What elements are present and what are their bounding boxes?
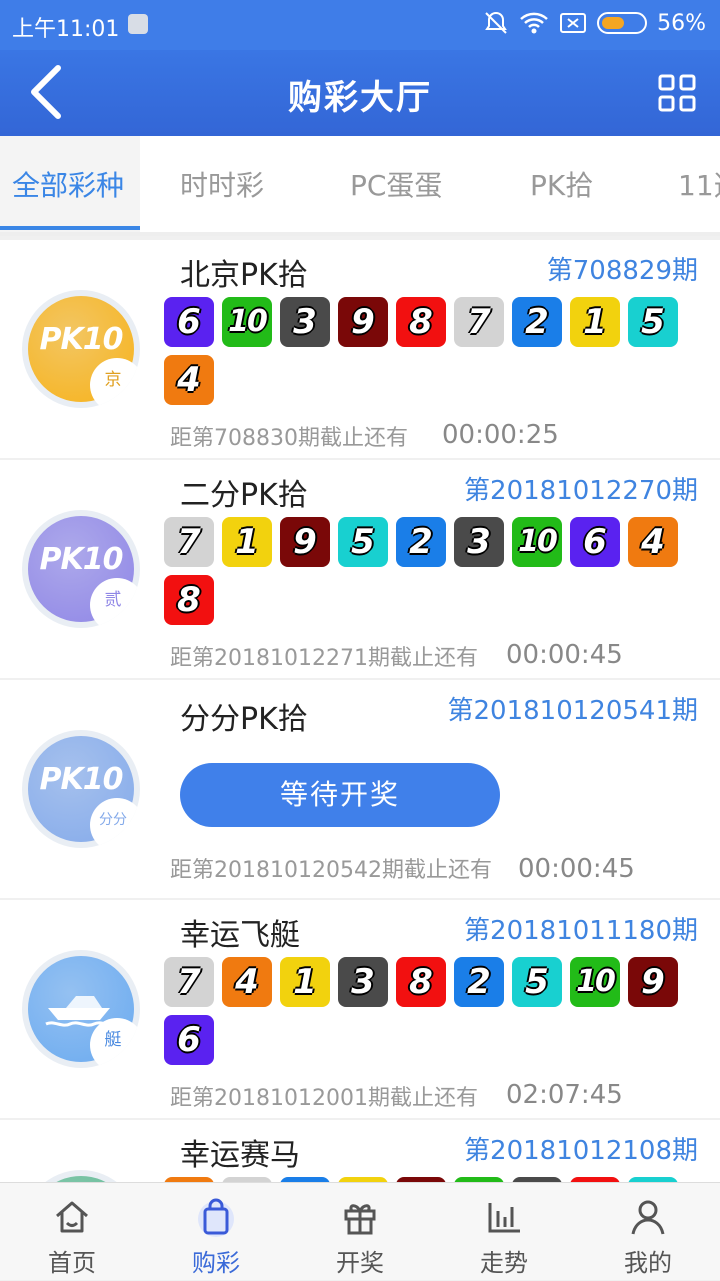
mute-icon bbox=[485, 11, 507, 34]
number-ball: 2 bbox=[512, 297, 562, 347]
horse-logo-icon bbox=[22, 1170, 140, 1182]
lottery-name: 分分PK拾 bbox=[180, 702, 308, 737]
number-ball: 2 bbox=[396, 517, 446, 567]
nav-label: 开奖 bbox=[336, 1249, 384, 1277]
pk10-logo-icon: PK10 分分 bbox=[22, 730, 140, 848]
category-tabs: 全部彩种 时时彩 PC蛋蛋 PK拾 11选 bbox=[0, 136, 720, 236]
number-ball: 4 bbox=[164, 355, 214, 405]
pk10-logo-icon: PK10 京 bbox=[22, 290, 140, 408]
countdown-label: 距第201810120542期截止还有 bbox=[170, 858, 492, 883]
tab-all[interactable]: 全部彩种 bbox=[0, 136, 140, 232]
countdown-label: 距第708830期截止还有 bbox=[170, 426, 408, 451]
lottery-item-lucky-boat[interactable]: 艇 幸运飞艇 第20181011180期 7 4 1 3 8 2 5 10 9 6 距第20181… bbox=[0, 900, 720, 1120]
number-ball: 9 bbox=[280, 517, 330, 567]
number-ball: 6 bbox=[570, 517, 620, 567]
number-ball: 9 bbox=[628, 957, 678, 1007]
draw-result: 7 4 1 3 8 2 5 10 9 6 bbox=[164, 957, 704, 1073]
battery-percent: 56% bbox=[657, 10, 706, 36]
waiting-draw-button[interactable]: 等待开奖 bbox=[180, 763, 500, 827]
number-ball: 10 bbox=[570, 957, 620, 1007]
countdown-time: 00:00:25 bbox=[442, 420, 559, 450]
number-ball: 6 bbox=[164, 1015, 214, 1065]
bottom-nav: 首页 购彩 开奖 走势 我的 bbox=[0, 1182, 720, 1280]
boat-logo-icon: 艇 bbox=[22, 950, 140, 1068]
number-ball: 1 bbox=[280, 957, 330, 1007]
pk10-logo-icon: PK10 贰 bbox=[22, 510, 140, 628]
lottery-period: 第708829期 bbox=[546, 256, 698, 286]
status-bar: 上午11:01 56% bbox=[0, 0, 720, 50]
lottery-item-2min-pk10[interactable]: PK10 贰 二分PK拾 第20181012270期 7 1 9 5 2 3 10 6 4 8 距第… bbox=[0, 460, 720, 680]
number-ball: 3 bbox=[454, 517, 504, 567]
countdown-label: 距第20181012001期截止还有 bbox=[170, 1086, 478, 1111]
number-ball: 5 bbox=[338, 517, 388, 567]
notification-icon bbox=[128, 14, 148, 34]
gift-icon bbox=[344, 1204, 376, 1235]
nav-draw[interactable]: 开奖 bbox=[288, 1183, 432, 1281]
tab-ssc[interactable]: 时时彩 bbox=[180, 136, 264, 232]
number-ball: 2 bbox=[454, 957, 504, 1007]
number-ball: 4 bbox=[628, 517, 678, 567]
lottery-period: 第201810120541期 bbox=[447, 696, 698, 726]
number-ball: 8 bbox=[396, 297, 446, 347]
lottery-name: 幸运赛马 bbox=[180, 1138, 300, 1173]
nav-label: 走势 bbox=[480, 1249, 528, 1277]
user-icon bbox=[631, 1200, 665, 1235]
lottery-item-lucky-horse[interactable]: 幸运赛马 第20181012108期 47219103856 bbox=[0, 1120, 720, 1182]
tab-11x5[interactable]: 11选 bbox=[678, 136, 720, 232]
lottery-item-bjpk10[interactable]: PK10 京 北京PK拾 第708829期 6 10 3 9 8 7 2 1 5 4 距第70883… bbox=[0, 240, 720, 460]
grid-menu-icon[interactable] bbox=[658, 74, 696, 112]
battery-icon bbox=[597, 12, 648, 34]
number-ball: 3 bbox=[280, 297, 330, 347]
number-ball: 5 bbox=[628, 297, 678, 347]
draw-result: 7 1 9 5 2 3 10 6 4 8 bbox=[164, 517, 704, 633]
app-header: 购彩大厅 bbox=[0, 50, 720, 136]
number-ball: 8 bbox=[164, 575, 214, 625]
nav-label: 我的 bbox=[624, 1249, 672, 1277]
number-ball: 9 bbox=[338, 297, 388, 347]
number-ball: 5 bbox=[512, 957, 562, 1007]
chart-icon bbox=[488, 1203, 520, 1233]
lottery-name: 幸运飞艇 bbox=[180, 918, 300, 953]
number-ball: 1 bbox=[570, 297, 620, 347]
nav-label: 首页 bbox=[48, 1249, 96, 1277]
lottery-list: PK10 京 北京PK拾 第708829期 6 10 3 9 8 7 2 1 5 4 距第70883… bbox=[0, 240, 720, 1182]
countdown-time: 00:00:45 bbox=[518, 854, 635, 884]
sim-icon bbox=[560, 13, 587, 33]
nav-buy[interactable]: 购彩 bbox=[144, 1183, 288, 1281]
number-ball: 7 bbox=[164, 517, 214, 567]
nav-home[interactable]: 首页 bbox=[0, 1183, 144, 1281]
tab-pcdd[interactable]: PC蛋蛋 bbox=[350, 136, 442, 232]
lottery-period: 第20181011180期 bbox=[464, 916, 698, 946]
countdown-time: 00:00:45 bbox=[506, 640, 623, 670]
number-ball: 1 bbox=[222, 517, 272, 567]
countdown-label: 距第20181012271期截止还有 bbox=[170, 646, 478, 671]
lottery-item-1min-pk10[interactable]: PK10 分分 分分PK拾 第201810120541期 等待开奖 距第20181… bbox=[0, 680, 720, 900]
draw-result: 6 10 3 9 8 7 2 1 5 4 bbox=[164, 297, 704, 413]
lottery-period: 第20181012270期 bbox=[464, 476, 698, 506]
number-ball: 8 bbox=[396, 957, 446, 1007]
nav-mine[interactable]: 我的 bbox=[576, 1183, 720, 1281]
tab-pk10[interactable]: PK拾 bbox=[530, 136, 593, 232]
number-ball: 7 bbox=[164, 957, 214, 1007]
nav-trend[interactable]: 走势 bbox=[432, 1183, 576, 1281]
number-ball: 3 bbox=[338, 957, 388, 1007]
number-ball: 10 bbox=[512, 517, 562, 567]
home-icon bbox=[56, 1201, 88, 1233]
nav-label: 购彩 bbox=[192, 1249, 240, 1277]
bag-icon bbox=[198, 1198, 234, 1237]
countdown-time: 02:07:45 bbox=[506, 1080, 623, 1110]
number-ball: 6 bbox=[164, 297, 214, 347]
page-title: 购彩大厅 bbox=[288, 78, 432, 118]
number-ball: 10 bbox=[222, 297, 272, 347]
number-ball: 4 bbox=[222, 957, 272, 1007]
number-ball: 7 bbox=[454, 297, 504, 347]
lottery-period: 第20181012108期 bbox=[464, 1136, 698, 1166]
wifi-icon bbox=[520, 12, 548, 34]
lottery-name: 北京PK拾 bbox=[180, 258, 308, 293]
status-time: 上午11:01 bbox=[12, 17, 120, 42]
lottery-name: 二分PK拾 bbox=[180, 478, 308, 513]
